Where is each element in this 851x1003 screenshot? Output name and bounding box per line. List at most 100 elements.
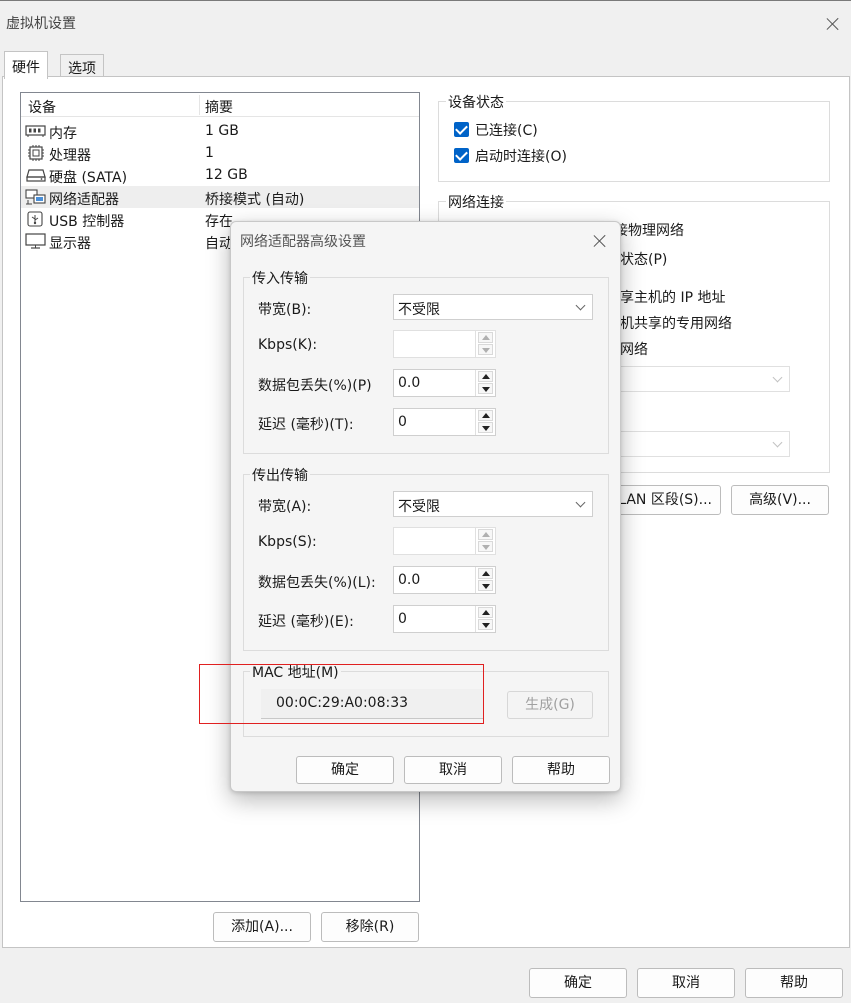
close-icon[interactable] [823, 14, 843, 34]
chevron-down-icon [772, 372, 783, 383]
arrow-up-icon [482, 610, 490, 615]
outgoing-loss-spinner[interactable]: 0.0 [393, 566, 496, 594]
network-connection-title: 网络连接 [446, 192, 506, 212]
incoming-bandwidth-label: 带宽(B): [258, 302, 312, 318]
arrow-down-icon [482, 387, 490, 392]
incoming-kbps-label: Kbps(K): [258, 337, 318, 353]
outgoing-latency-spinner[interactable]: 0 [393, 605, 496, 633]
dialog-help-button[interactable]: 帮助 [512, 756, 610, 784]
help-button[interactable]: 帮助 [745, 968, 843, 998]
column-header-device[interactable]: 设备 [28, 97, 56, 117]
incoming-loss-label: 数据包丢失(%)(P) [258, 378, 372, 394]
device-name: 处理器 [49, 148, 91, 164]
chevron-down-icon [575, 497, 586, 508]
spin-up-button[interactable] [478, 410, 493, 421]
cpu-icon [28, 145, 44, 161]
tab-options[interactable]: 选项 [60, 54, 104, 77]
add-device-button[interactable]: 添加(A)... [213, 912, 311, 942]
spin-down-button[interactable] [478, 383, 493, 394]
device-name: USB 控制器 [49, 214, 125, 230]
dialog-title: 网络适配器高级设置 [240, 234, 366, 250]
spin-down-button[interactable] [478, 619, 493, 630]
spin-up-button[interactable] [478, 371, 493, 382]
spin-down-button [478, 344, 493, 355]
spin-down-button[interactable] [478, 422, 493, 433]
device-row-processor[interactable]: 处理器 1 [21, 142, 419, 164]
dialog-ok-button[interactable]: 确定 [296, 756, 394, 784]
device-row-memory[interactable]: 内存 1 GB [21, 120, 419, 142]
arrow-up-icon [482, 335, 490, 340]
arrow-up-icon [482, 571, 490, 576]
device-status-group [438, 101, 830, 182]
incoming-bandwidth-select[interactable]: 不受限 [393, 294, 593, 320]
network-option-partial[interactable]: 机共享的专用网络 [620, 313, 732, 333]
network-option-partial[interactable]: 网络 [620, 339, 648, 359]
cancel-button[interactable]: 取消 [637, 968, 735, 998]
network-option-partial[interactable]: 接物理网络 [614, 220, 684, 240]
outgoing-loss-label: 数据包丢失(%)(L): [258, 575, 376, 591]
ok-button[interactable]: 确定 [529, 968, 627, 998]
spinner-arrows [475, 567, 495, 593]
connect-on-start-checkbox[interactable] [454, 148, 469, 163]
spinner-arrows [475, 606, 495, 632]
incoming-bandwidth-value: 不受限 [398, 302, 440, 318]
dialog-cancel-button[interactable]: 取消 [404, 756, 502, 784]
window-top-border [0, 0, 851, 1]
arrow-up-icon [482, 413, 490, 418]
outgoing-latency-value[interactable]: 0 [398, 611, 407, 627]
list-header: 设备 摘要 [21, 93, 419, 117]
advanced-button[interactable]: 高级(V)... [731, 485, 829, 515]
network-option-partial[interactable]: 状态(P) [620, 249, 667, 269]
spin-down-button[interactable] [478, 580, 493, 591]
device-summary: 12 GB [205, 167, 248, 183]
usb-icon [27, 211, 43, 227]
spin-down-button [478, 541, 493, 552]
generate-mac-button[interactable]: 生成(G) [507, 691, 593, 719]
spin-up-button[interactable] [478, 568, 493, 579]
connect-on-start-label[interactable]: 启动时连接(O) [475, 146, 567, 166]
incoming-loss-spinner[interactable]: 0.0 [393, 369, 496, 397]
outgoing-latency-label: 延迟 (毫秒)(E): [258, 614, 354, 630]
device-name: 内存 [49, 126, 77, 142]
spinner-arrows [475, 528, 495, 554]
network-option-partial[interactable]: 享主机的 IP 地址 [620, 287, 725, 307]
device-name: 显示器 [49, 236, 91, 252]
memory-icon [25, 125, 46, 137]
device-summary: 1 GB [205, 123, 239, 139]
tab-hardware[interactable]: 硬件 [4, 51, 48, 79]
network-adapter-icon [25, 189, 46, 205]
incoming-latency-value[interactable]: 0 [398, 414, 407, 430]
arrow-down-icon [482, 348, 490, 353]
spin-up-button[interactable] [478, 607, 493, 618]
arrow-down-icon [482, 545, 490, 550]
chevron-down-icon [772, 437, 783, 448]
device-name: 硬盘 (SATA) [49, 170, 128, 186]
outgoing-kbps-label: Kbps(S): [258, 534, 317, 550]
arrow-up-icon [482, 532, 490, 537]
device-row-network-adapter[interactable]: 网络适配器 桥接模式 (自动) [21, 186, 419, 208]
incoming-latency-spinner[interactable]: 0 [393, 408, 496, 436]
outgoing-loss-value[interactable]: 0.0 [398, 572, 420, 588]
device-summary: 自动 [205, 236, 233, 252]
outgoing-transfer-title: 传出传输 [250, 465, 310, 485]
device-status-title: 设备状态 [446, 92, 506, 112]
spinner-arrows [475, 409, 495, 435]
incoming-latency-label: 延迟 (毫秒)(T): [258, 417, 354, 433]
column-separator[interactable] [199, 95, 200, 115]
spinner-arrows [475, 331, 495, 357]
remove-device-button[interactable]: 移除(R) [321, 912, 419, 942]
column-header-summary[interactable]: 摘要 [205, 97, 233, 117]
connected-label[interactable]: 已连接(C) [475, 120, 538, 140]
connected-checkbox[interactable] [454, 122, 469, 137]
device-summary: 桥接模式 (自动) [205, 192, 305, 208]
spin-up-button [478, 332, 493, 343]
incoming-loss-value[interactable]: 0.0 [398, 375, 420, 391]
annotation-highlight-box [199, 664, 484, 724]
outgoing-kbps-spinner [393, 527, 496, 555]
device-row-harddisk[interactable]: 硬盘 (SATA) 12 GB [21, 164, 419, 186]
outgoing-bandwidth-label: 带宽(A): [258, 499, 312, 515]
dialog-close-icon[interactable] [590, 231, 610, 251]
incoming-kbps-spinner [393, 330, 496, 358]
spin-up-button [478, 529, 493, 540]
outgoing-bandwidth-select[interactable]: 不受限 [393, 491, 593, 517]
